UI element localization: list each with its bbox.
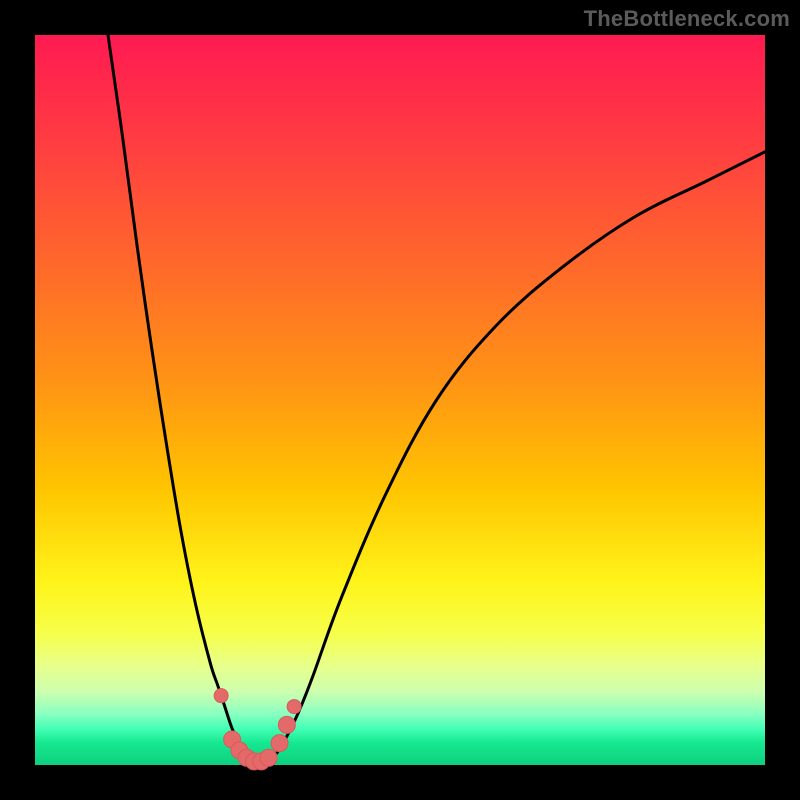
marker-group <box>214 689 301 770</box>
branding-watermark: TheBottleneck.com <box>584 6 790 32</box>
data-marker <box>287 700 301 714</box>
data-marker <box>214 689 228 703</box>
data-marker <box>278 716 295 733</box>
series-group <box>108 35 765 761</box>
chart-container: TheBottleneck.com <box>0 0 800 800</box>
plot-area <box>35 35 765 765</box>
data-marker <box>260 749 277 766</box>
curve-layer <box>35 35 765 765</box>
series-right-branch <box>269 152 765 762</box>
data-marker <box>271 735 288 752</box>
series-left-branch <box>108 35 254 761</box>
